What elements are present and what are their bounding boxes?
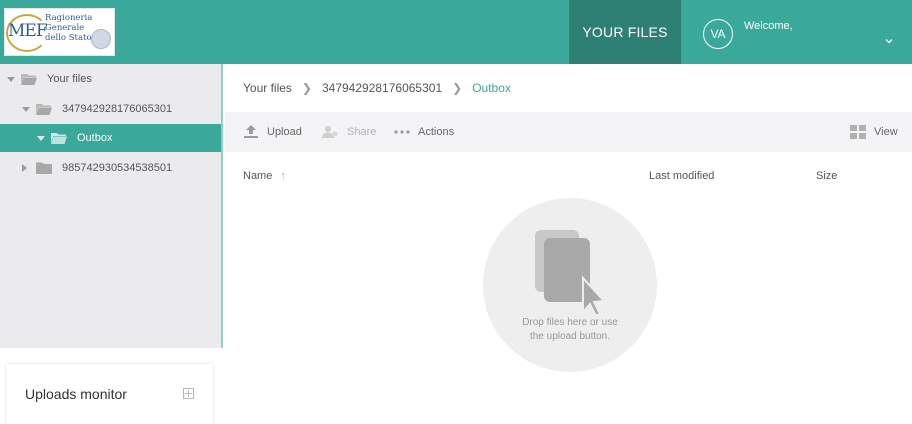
drop-zone-text: Drop files here or use the upload button…	[483, 316, 657, 344]
actions-label: Actions	[418, 126, 455, 138]
breadcrumb: Your files ❯ 347942928176065301 ❯ Outbox	[243, 80, 511, 96]
sort-arrow-up-icon[interactable]: ↑	[280, 170, 286, 182]
nav-your-files[interactable]: YOUR FILES	[569, 0, 681, 64]
expand-toggle-icon[interactable]	[37, 135, 45, 141]
share-label: Share	[347, 126, 377, 138]
user-menu[interactable]: VA Welcome,	[681, 0, 912, 64]
emblem-icon	[91, 29, 111, 49]
breadcrumb-item-your-files[interactable]: Your files	[243, 81, 292, 95]
logo-line-1: Ragioneria	[45, 13, 93, 23]
logo-line-3: dello Stato	[45, 33, 92, 43]
breadcrumb-item-current: Outbox	[472, 81, 511, 95]
folder-open-icon	[36, 103, 52, 115]
upload-label: Upload	[267, 126, 302, 138]
share-button[interactable]: Share	[321, 124, 376, 140]
tree-item-label: Outbox	[77, 132, 113, 144]
view-label: View	[874, 126, 898, 138]
tree-item-label: 347942928176065301	[62, 103, 173, 115]
column-header-size[interactable]: Size	[816, 170, 837, 182]
column-name-label: Name	[243, 170, 273, 182]
tree-item-347942928176065301[interactable]: 347942928176065301	[0, 95, 221, 123]
grid-view-icon	[850, 125, 866, 139]
tree-item-label: 985742930534538501	[62, 162, 173, 174]
chevron-right-icon: ❯	[452, 81, 463, 95]
chevron-right-icon: ❯	[301, 81, 312, 95]
share-user-icon	[322, 126, 338, 138]
breadcrumb-item-folder[interactable]: 347942928176065301	[322, 81, 442, 95]
drop-zone-line-1: Drop files here or use	[522, 317, 618, 328]
logo-text: Ragioneria Generale dello Stato	[45, 13, 92, 43]
avatar[interactable]: VA	[703, 19, 733, 49]
chevron-down-icon[interactable]	[884, 36, 894, 46]
folder-closed-icon	[36, 162, 52, 174]
expand-plus-icon[interactable]	[183, 388, 194, 399]
upload-button[interactable]: Upload	[243, 124, 302, 140]
drop-zone[interactable]: Drop files here or use the upload button…	[483, 198, 657, 372]
expand-toggle-icon[interactable]	[22, 106, 30, 112]
uploads-monitor-panel: Uploads monitor	[6, 364, 213, 424]
more-dots-icon	[394, 130, 410, 134]
tree-item-your-files[interactable]: Your files	[0, 65, 221, 93]
top-header: MEF Ragioneria Generale dello Stato YOUR…	[0, 0, 912, 64]
folder-open-icon	[51, 132, 67, 144]
mef-logo[interactable]: MEF Ragioneria Generale dello Stato	[4, 8, 115, 56]
expand-toggle-icon[interactable]	[22, 164, 27, 172]
folder-open-icon	[21, 73, 37, 85]
column-header-last-modified[interactable]: Last modified	[649, 170, 714, 182]
tree-item-label: Your files	[47, 73, 92, 85]
tree-item-outbox[interactable]: Outbox	[0, 124, 221, 152]
logo-mark: MEF	[8, 21, 48, 41]
actions-button[interactable]: Actions	[394, 124, 454, 140]
file-toolbar: Upload Share Actions View	[225, 112, 912, 152]
column-header-name[interactable]: Name ↑	[243, 170, 286, 182]
view-button[interactable]: View	[850, 124, 898, 140]
uploads-monitor-title: Uploads monitor	[25, 386, 127, 402]
tree-item-985742930534538501[interactable]: 985742930534538501	[0, 154, 221, 182]
folder-tree-panel: Your files 347942928176065301 Outbox 985…	[0, 64, 223, 348]
logo-line-2: Generale	[45, 23, 85, 33]
upload-icon	[244, 125, 258, 138]
expand-toggle-icon[interactable]	[7, 76, 15, 82]
file-drop-icon	[535, 230, 607, 314]
welcome-text: Welcome,	[744, 20, 793, 32]
drop-zone-line-2: the upload button.	[529, 331, 611, 342]
